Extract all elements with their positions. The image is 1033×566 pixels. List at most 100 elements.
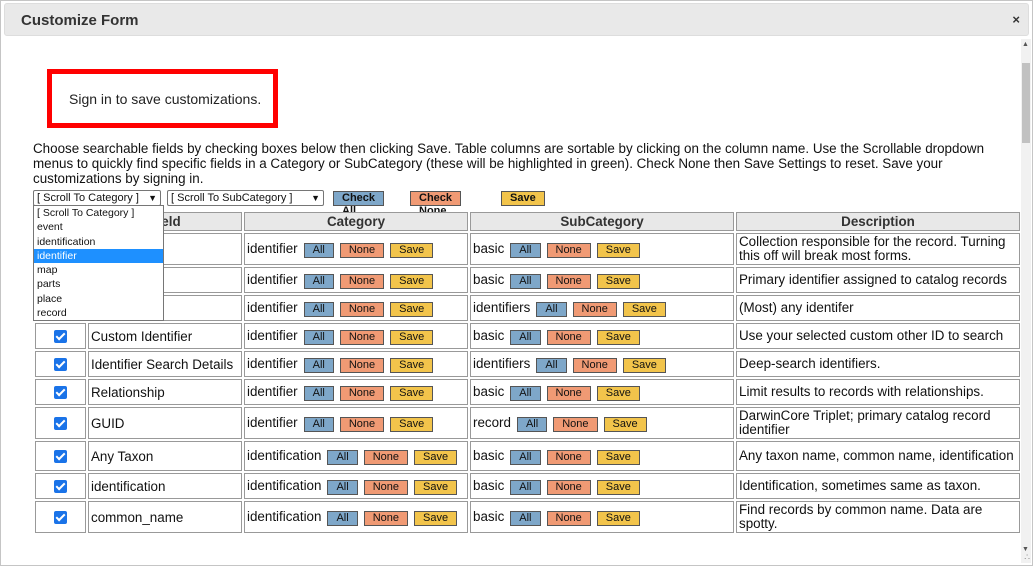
row-subcategory-cell: basic All None Save — [470, 379, 734, 405]
subcategory-select[interactable]: [ Scroll To SubCategory ] ▼ — [167, 190, 324, 206]
row-subcategory: basic — [473, 383, 505, 399]
customize-form-dialog: Customize Form × Sign in to save customi… — [0, 0, 1033, 566]
category-all-button[interactable]: All — [303, 385, 334, 401]
category-none-button[interactable]: None — [339, 416, 385, 432]
dialog-titlebar: Customize Form × — [4, 3, 1029, 36]
category-all-button[interactable]: All — [327, 510, 358, 526]
subcategory-save-button[interactable]: Save — [596, 510, 640, 526]
category-none-button[interactable]: None — [339, 357, 385, 373]
dropdown-option[interactable]: parts — [34, 277, 163, 291]
field-checkbox[interactable] — [54, 386, 67, 400]
dropdown-option[interactable]: [ Scroll To Category ] — [34, 206, 163, 220]
row-category: identifier — [247, 355, 298, 371]
subcategory-none-button[interactable]: None — [546, 329, 591, 345]
subcategory-save-button[interactable]: Save — [596, 449, 640, 465]
dropdown-option[interactable]: identification — [34, 235, 163, 249]
row-category: identifier — [247, 414, 298, 430]
category-all-button[interactable]: All — [303, 357, 334, 373]
row-category-cell: identifier All None Save — [244, 295, 468, 321]
table-row: Identifier Search Details identifier All No… — [35, 351, 1020, 377]
dropdown-option[interactable]: map — [34, 263, 163, 277]
subcategory-save-button[interactable]: Save — [603, 416, 647, 432]
row-check-cell — [35, 407, 86, 439]
subcategory-none-button[interactable]: None — [546, 273, 591, 289]
subcategory-none-button[interactable]: None — [546, 449, 591, 465]
subcategory-all-button[interactable]: All — [510, 479, 541, 495]
header-subcategory[interactable]: SubCategory — [470, 212, 734, 231]
scrollbar[interactable]: ▲ ▼ — [1021, 39, 1031, 563]
subcategory-all-button[interactable]: All — [510, 242, 541, 258]
subcategory-all-button[interactable]: All — [536, 301, 567, 317]
check-all-button[interactable]: Check All — [333, 191, 385, 217]
subcategory-save-button[interactable]: Save — [596, 385, 640, 401]
category-none-button[interactable]: None — [363, 449, 408, 465]
category-save-button[interactable]: Save — [390, 242, 434, 258]
subcategory-all-button[interactable]: All — [536, 357, 567, 373]
subcategory-none-button[interactable]: None — [572, 357, 617, 373]
subcategory-save-button[interactable]: Save — [596, 479, 640, 495]
row-description: Primary identifier assigned to catalog r… — [736, 267, 1020, 293]
category-none-button[interactable]: None — [363, 510, 408, 526]
dropdown-option[interactable]: place — [34, 292, 163, 306]
category-none-button[interactable]: None — [339, 242, 385, 258]
subcategory-all-button[interactable]: All — [510, 510, 541, 526]
table-row: common_name identification All None Save basi… — [35, 501, 1020, 533]
category-all-button[interactable]: All — [303, 242, 334, 258]
category-save-button[interactable]: Save — [390, 357, 434, 373]
dropdown-option[interactable]: event — [34, 220, 163, 234]
category-all-button[interactable]: All — [303, 301, 334, 317]
category-save-button[interactable]: Save — [390, 273, 434, 289]
save-settings-button[interactable]: Save — [501, 191, 545, 206]
subcategory-all-button[interactable]: All — [510, 273, 541, 289]
field-checkbox[interactable] — [54, 480, 67, 494]
subcategory-none-button[interactable]: None — [546, 242, 591, 258]
subcategory-all-button[interactable]: All — [516, 416, 548, 432]
subcategory-all-button[interactable]: All — [510, 449, 541, 465]
category-all-button[interactable]: All — [327, 449, 358, 465]
header-description[interactable]: Description — [736, 212, 1020, 231]
field-checkbox[interactable] — [54, 511, 67, 525]
category-select[interactable]: [ Scroll To Category ] ▼ — [33, 190, 161, 206]
category-all-button[interactable]: All — [303, 416, 334, 432]
field-checkbox[interactable] — [54, 450, 67, 464]
subcategory-save-button[interactable]: Save — [622, 357, 666, 373]
subcategory-none-button[interactable]: None — [546, 510, 591, 526]
check-none-button[interactable]: Check None — [410, 191, 462, 217]
field-checkbox[interactable] — [54, 417, 67, 431]
scroll-up-icon[interactable]: ▲ — [1022, 41, 1029, 48]
category-none-button[interactable]: None — [339, 329, 385, 345]
category-none-button[interactable]: None — [339, 385, 385, 401]
category-none-button[interactable]: None — [339, 301, 385, 317]
header-category[interactable]: Category — [244, 212, 468, 231]
category-save-button[interactable]: Save — [413, 479, 458, 495]
field-checkbox[interactable] — [54, 330, 67, 344]
subcategory-save-button[interactable]: Save — [596, 273, 640, 289]
subcategory-all-button[interactable]: All — [510, 329, 541, 345]
subcategory-none-button[interactable]: None — [546, 385, 591, 401]
dropdown-option[interactable]: identifier — [34, 248, 163, 264]
category-none-button[interactable]: None — [363, 479, 408, 495]
subcategory-save-button[interactable]: Save — [596, 329, 640, 345]
subcategory-none-button[interactable]: None — [572, 301, 617, 317]
category-save-button[interactable]: Save — [413, 510, 458, 526]
category-save-button[interactable]: Save — [413, 449, 458, 465]
category-save-button[interactable]: Save — [390, 416, 434, 432]
category-none-button[interactable]: None — [339, 273, 385, 289]
category-save-button[interactable]: Save — [390, 301, 434, 317]
category-save-button[interactable]: Save — [390, 329, 434, 345]
category-all-button[interactable]: All — [327, 479, 358, 495]
subcategory-all-button[interactable]: All — [510, 385, 541, 401]
category-all-button[interactable]: All — [303, 329, 334, 345]
row-description: Find records by common name. Data are sp… — [736, 501, 1020, 533]
close-icon[interactable]: × — [1012, 12, 1020, 27]
category-save-button[interactable]: Save — [390, 385, 434, 401]
subcategory-save-button[interactable]: Save — [596, 242, 640, 258]
subcategory-none-button[interactable]: None — [546, 479, 591, 495]
dropdown-option[interactable]: record — [34, 306, 163, 320]
category-all-button[interactable]: All — [303, 273, 334, 289]
resize-grip-icon[interactable]: ∴ — [1024, 552, 1030, 563]
subcategory-save-button[interactable]: Save — [622, 301, 666, 317]
subcategory-none-button[interactable]: None — [553, 416, 598, 432]
scrollbar-thumb[interactable] — [1022, 63, 1030, 143]
field-checkbox[interactable] — [54, 358, 67, 372]
